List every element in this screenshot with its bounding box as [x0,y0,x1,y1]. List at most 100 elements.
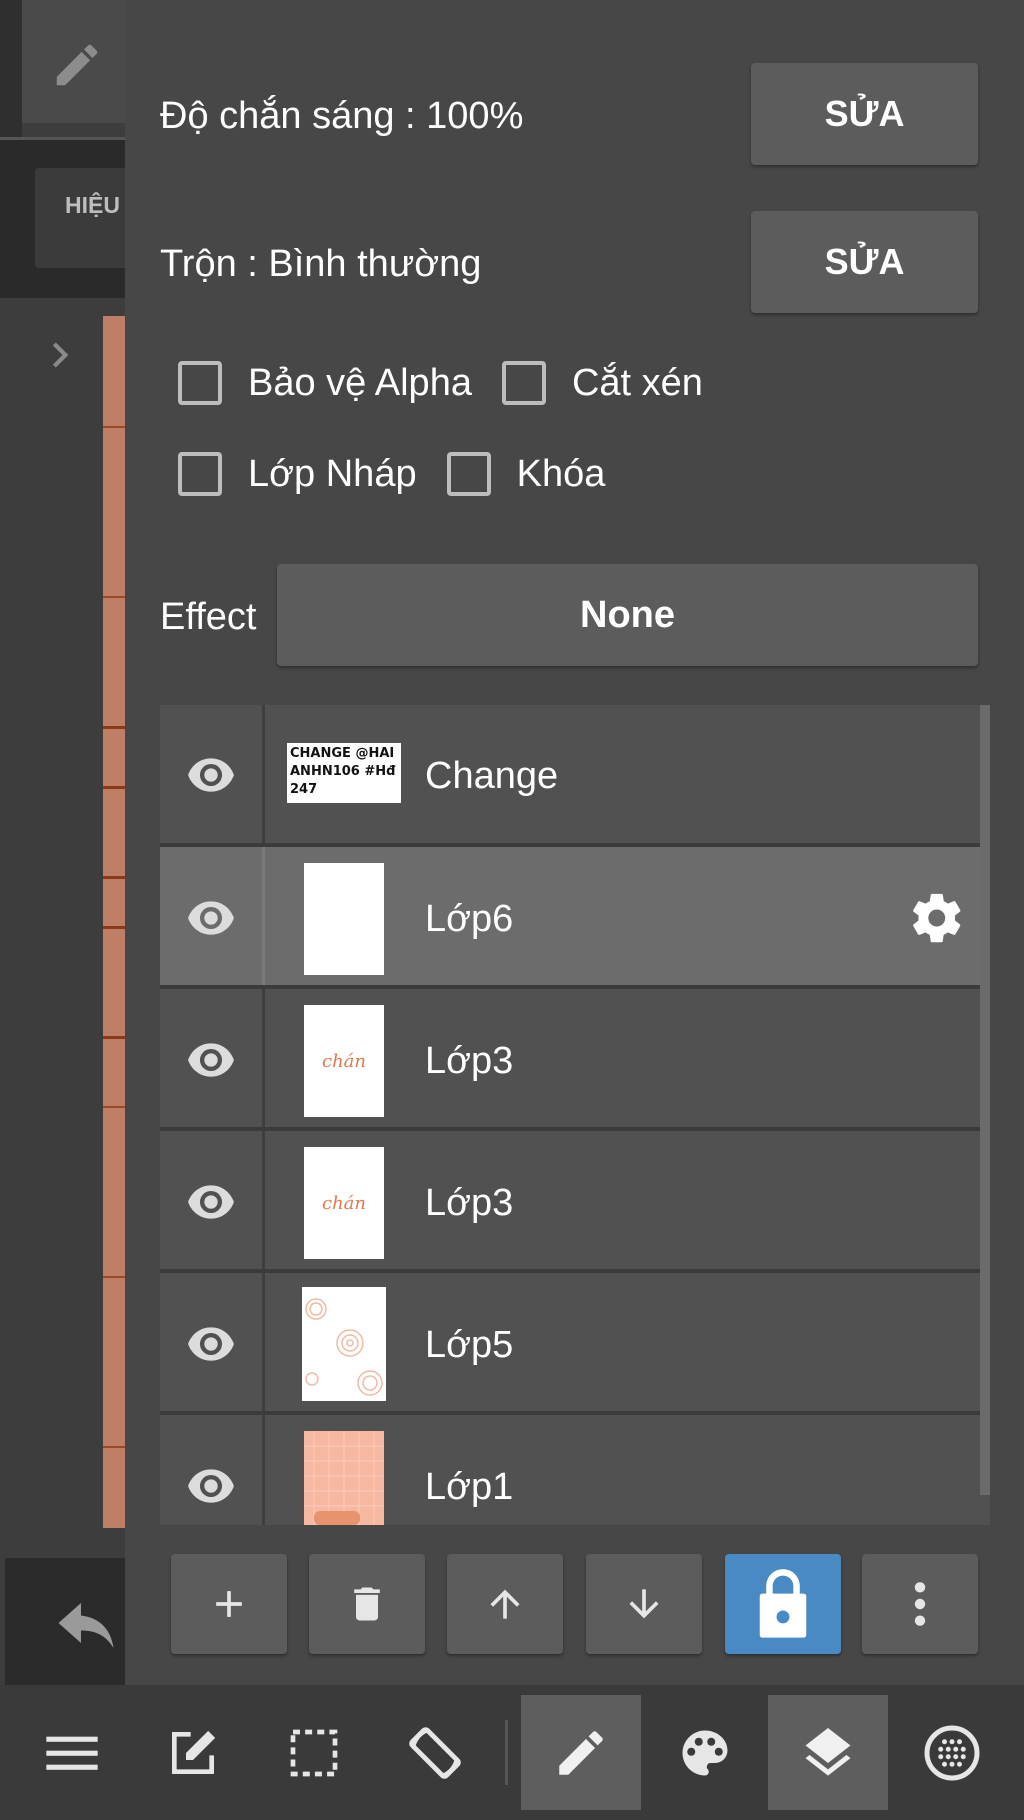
gear-icon[interactable] [908,889,966,947]
grid-pattern-icon [304,1431,384,1525]
row-divider [262,847,265,989]
palette-icon [682,1730,728,1775]
visibility-toggle[interactable] [160,705,262,847]
edit-opacity-button[interactable]: SỬA [751,63,978,165]
row-divider [262,1131,265,1273]
layer-thumbnail [304,863,384,975]
selection-icon [290,1729,338,1776]
layer-name: Lớp3 [425,1182,514,1224]
layer-thumbnail [304,1431,384,1525]
move-layer-up-button[interactable] [447,1554,563,1654]
layer-row-lop3-b[interactable]: chán Lớp3 [160,1131,990,1273]
more-options-button[interactable] [862,1554,978,1654]
chevron-right-icon [52,342,69,368]
pen-tool-button[interactable] [521,1695,641,1810]
arrow-down-icon [629,1589,659,1619]
visibility-toggle[interactable] [160,1415,262,1525]
brush-tool-button[interactable] [22,0,125,123]
layer-thumbnail: chán [304,1147,384,1259]
screen-rotation-icon [409,1726,461,1779]
blend-mode-label: Trộn : Bình thường [160,243,482,285]
expand-button[interactable] [35,330,85,380]
toolbar-divider [505,1720,508,1785]
left-top-area [0,0,22,140]
layer-thumbnail: CHANGE @HAIANHN106 #Hđ247 [287,743,401,803]
eye-icon [188,758,234,792]
eye-icon [188,901,234,935]
menu-icon [46,1736,98,1770]
draft-layer-label: Lớp Nháp [248,452,417,495]
eye-icon [188,1043,234,1077]
layer-thumbnail: chán [304,1005,384,1117]
effect-tab-label: HIỆU [65,192,120,218]
edit-blend-button[interactable]: SỬA [751,211,978,313]
layer-list-scrollbar[interactable] [980,705,990,1495]
row-divider [262,705,265,847]
visibility-toggle[interactable] [160,1131,262,1273]
visibility-toggle[interactable] [160,989,262,1131]
effect-tab[interactable]: HIỆU [35,168,125,268]
thumbnail-text: chán [322,1192,366,1214]
layer-row-lop6[interactable]: Lớp6 [160,847,990,989]
arrow-up-icon [490,1589,520,1619]
row-divider [262,1415,265,1525]
layer-name: Lớp5 [425,1324,514,1366]
menu-button[interactable] [12,1695,132,1810]
opacity-label: Độ chắn sáng : 100% [160,95,524,137]
lock-layer-button[interactable] [725,1554,841,1654]
clipping-checkbox[interactable] [501,361,546,405]
layer-row-lop1[interactable]: Lớp1 [160,1415,990,1525]
layer-list: CHANGE @HAIANHN106 #Hđ247 Change Lớp6 ch… [160,705,990,1525]
checkbox-row-1: Bảo vệ Alpha Cắt xén [178,361,733,405]
add-layer-button[interactable] [171,1554,287,1654]
color-palette-button[interactable] [645,1695,765,1810]
effect-value: None [580,593,675,636]
circles-pattern-icon [305,1298,383,1396]
grid-circle-icon [924,1725,980,1780]
delete-layer-button[interactable] [309,1554,425,1654]
layer-name: Change [425,755,559,797]
edit-square-icon [172,1730,216,1774]
plus-icon [216,1591,242,1617]
move-layer-down-button[interactable] [586,1554,702,1654]
clipping-label: Cắt xén [571,361,703,404]
layer-thumbnail [302,1287,386,1401]
effect-label: Effect [160,596,257,638]
layer-name: Lớp6 [425,898,514,940]
lock-icon [759,1569,807,1638]
alpha-protect-checkbox[interactable] [178,361,222,405]
draft-layer-checkbox[interactable] [178,452,222,496]
visibility-toggle[interactable] [160,1273,262,1415]
grid-view-button[interactable] [892,1695,1012,1810]
layer-row-lop5[interactable]: Lớp5 [160,1273,990,1415]
layer-name: Lớp1 [425,1466,514,1508]
edit-opacity-label: SỬA [824,93,905,134]
trash-icon [354,1587,380,1621]
undo-icon [58,1603,114,1648]
layer-name: Lớp3 [425,1040,514,1082]
undo-button[interactable] [5,1558,125,1685]
pencil-icon [56,44,98,86]
canvas-preview [103,316,125,1528]
checkbox-row-2: Lớp Nháp Khóa [178,452,635,496]
layer-row-change[interactable]: CHANGE @HAIANHN106 #Hđ247 Change [160,705,990,847]
pencil-icon [559,1730,603,1775]
alpha-protect-label: Bảo vệ Alpha [248,361,472,404]
lock-checkbox[interactable] [446,452,491,496]
layers-button[interactable] [768,1695,888,1810]
thumbnail-text: chán [322,1050,366,1072]
layers-icon [805,1727,851,1776]
more-vertical-icon [914,1582,926,1626]
layer-row-lop3-a[interactable]: chán Lớp3 [160,989,990,1131]
rotate-screen-button[interactable] [375,1695,495,1810]
row-divider [262,989,265,1131]
edit-canvas-button[interactable] [133,1695,253,1810]
effect-select-button[interactable]: None [277,564,978,666]
row-divider [262,1273,265,1415]
selection-tool-button[interactable] [254,1695,374,1810]
visibility-toggle[interactable] [160,847,262,989]
eye-icon [188,1185,234,1219]
edit-blend-label: SỬA [824,241,905,282]
eye-icon [188,1327,234,1361]
thumbnail-text: CHANGE @HAIANHN106 #Hđ247 [290,746,396,797]
